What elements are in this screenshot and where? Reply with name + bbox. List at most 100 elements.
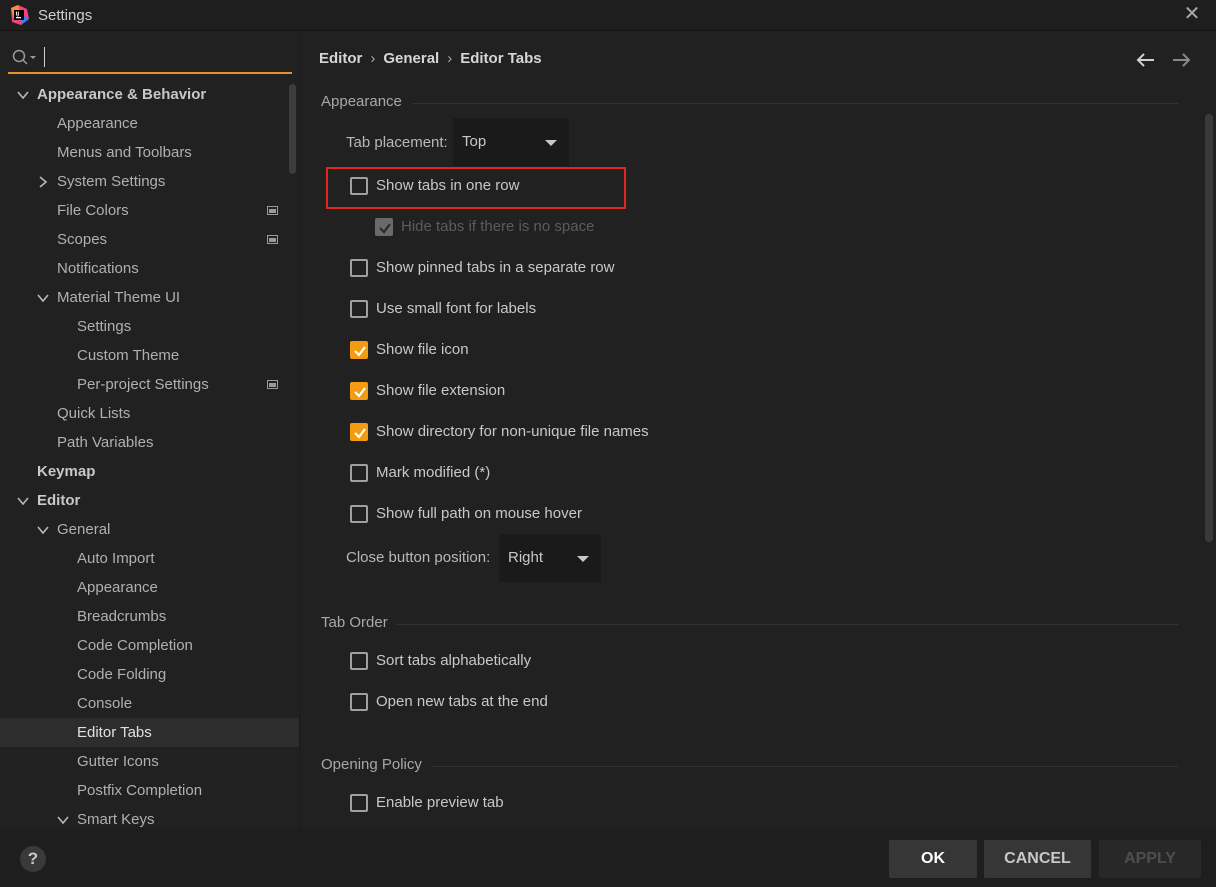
checkbox-unchecked-icon[interactable] xyxy=(350,259,368,277)
sidebar-item[interactable]: System Settings xyxy=(0,167,299,196)
close-window-icon[interactable]: ✕ xyxy=(1182,4,1202,24)
sidebar-item-label: Gutter Icons xyxy=(77,753,159,770)
sidebar-item-label: General xyxy=(57,521,111,538)
sidebar-item[interactable]: Keymap xyxy=(0,457,299,486)
sidebar-item[interactable]: Menus and Toolbars xyxy=(0,138,299,167)
checkbox-label: Show pinned tabs in a separate row xyxy=(376,259,615,276)
close-button-position-select[interactable]: Right xyxy=(499,534,601,582)
checkbox-label: Use small font for labels xyxy=(376,300,537,317)
checkbox-label: Show file icon xyxy=(376,341,469,358)
sidebar-item-label: Code Completion xyxy=(77,637,193,654)
sidebar-item-label: Editor Tabs xyxy=(77,724,152,741)
sidebar-item[interactable]: Appearance & Behavior xyxy=(0,80,299,109)
sidebar-item[interactable]: Gutter Icons xyxy=(0,747,299,776)
sidebar-scrollbar[interactable] xyxy=(289,84,296,174)
project-level-icon xyxy=(267,206,278,215)
settings-search[interactable] xyxy=(8,42,292,74)
chevron-down-icon[interactable] xyxy=(37,292,49,304)
sidebar-item[interactable]: Per-project Settings xyxy=(0,370,299,399)
sidebar-item[interactable]: Smart Keys xyxy=(0,805,299,828)
chevron-down-icon[interactable] xyxy=(37,524,49,536)
sidebar-item-label: Notifications xyxy=(57,260,139,277)
breadcrumb-editor[interactable]: Editor xyxy=(319,50,362,67)
checkbox-unchecked-icon[interactable] xyxy=(350,300,368,318)
section-divider xyxy=(432,766,1178,767)
chevron-down-icon xyxy=(545,140,557,146)
tab-placement-label: Tab placement: xyxy=(346,134,448,151)
checkbox-unchecked-icon[interactable] xyxy=(350,794,368,812)
sidebar-item[interactable]: Console xyxy=(0,689,299,718)
sidebar-item-label: Keymap xyxy=(37,463,96,480)
sidebar-item-label: Custom Theme xyxy=(77,347,180,364)
checkbox-label: Show full path on mouse hover xyxy=(376,505,582,522)
sidebar-item[interactable]: Scopes xyxy=(0,225,299,254)
checkbox-label: Enable preview tab xyxy=(376,794,504,811)
sidebar-item[interactable]: Settings xyxy=(0,312,299,341)
chevron-down-icon xyxy=(577,556,589,562)
sidebar-item-label: Per-project Settings xyxy=(77,376,209,393)
sidebar-item-label: System Settings xyxy=(57,173,166,190)
sidebar-item-label: Console xyxy=(77,695,133,712)
checkbox-label: Open new tabs at the end xyxy=(376,693,548,710)
sidebar-item[interactable]: Quick Lists xyxy=(0,399,299,428)
sidebar-item-label: Path Variables xyxy=(57,434,154,451)
breadcrumb-general[interactable]: General xyxy=(383,50,439,67)
section-opening-policy-title: Opening Policy xyxy=(321,756,422,773)
checkbox-label: Show directory for non-unique file names xyxy=(376,423,649,440)
search-input-caret[interactable] xyxy=(44,47,45,67)
apply-button[interactable]: APPLY xyxy=(1099,840,1201,878)
tab-placement-select[interactable]: Top xyxy=(453,118,569,166)
checkbox-unchecked-icon[interactable] xyxy=(350,177,368,195)
sidebar-item-label: Postfix Completion xyxy=(77,782,203,799)
section-appearance-title: Appearance xyxy=(321,93,402,110)
sidebar-item[interactable]: Custom Theme xyxy=(0,341,299,370)
checkbox-checked-icon[interactable] xyxy=(350,382,368,400)
title-bar: IJ Settings ✕ xyxy=(0,0,1216,31)
sidebar-item[interactable]: Notifications xyxy=(0,254,299,283)
sidebar-item[interactable]: Breadcrumbs xyxy=(0,602,299,631)
back-arrow-icon[interactable] xyxy=(1135,49,1157,71)
sidebar-item[interactable]: Editor Tabs xyxy=(0,718,299,747)
sidebar-item[interactable]: File Colors xyxy=(0,196,299,225)
sidebar-item[interactable]: Path Variables xyxy=(0,428,299,457)
breadcrumb: Editor › General › Editor Tabs xyxy=(319,50,542,67)
sidebar-item-label: Scopes xyxy=(57,231,108,248)
sidebar-item[interactable]: Appearance xyxy=(0,109,299,138)
breadcrumb-separator: › xyxy=(370,50,376,67)
sidebar-item-label: Appearance xyxy=(77,579,158,596)
checkbox-unchecked-icon[interactable] xyxy=(350,693,368,711)
search-icon[interactable] xyxy=(12,49,38,67)
sidebar-item[interactable]: Auto Import xyxy=(0,544,299,573)
section-tab-order-title: Tab Order xyxy=(321,614,388,631)
breadcrumb-editor-tabs: Editor Tabs xyxy=(460,50,542,67)
close-button-position-label: Close button position: xyxy=(346,549,491,566)
ok-button[interactable]: OK xyxy=(889,840,977,878)
dialog-footer: ? OK CANCEL APPLY xyxy=(0,828,1216,887)
sidebar-item[interactable]: Postfix Completion xyxy=(0,776,299,805)
checkbox-unchecked-icon[interactable] xyxy=(350,505,368,523)
cancel-button[interactable]: CANCEL xyxy=(984,840,1091,878)
section-divider xyxy=(412,103,1178,104)
checkbox-unchecked-icon[interactable] xyxy=(350,652,368,670)
sidebar-item[interactable]: Editor xyxy=(0,486,299,515)
forward-arrow-icon[interactable] xyxy=(1170,49,1192,71)
chevron-down-icon[interactable] xyxy=(17,495,29,507)
checkbox-unchecked-icon[interactable] xyxy=(350,464,368,482)
sidebar-item[interactable]: Code Folding xyxy=(0,660,299,689)
content-scrollbar[interactable] xyxy=(1205,114,1213,542)
chevron-right-icon[interactable] xyxy=(37,176,49,188)
sidebar-item[interactable]: General xyxy=(0,515,299,544)
window-title: Settings xyxy=(38,7,93,24)
help-button[interactable]: ? xyxy=(20,846,46,872)
sidebar-item[interactable]: Appearance xyxy=(0,573,299,602)
sidebar-item[interactable]: Code Completion xyxy=(0,631,299,660)
checkbox-checked-icon[interactable] xyxy=(350,341,368,359)
sidebar-item-label: Appearance xyxy=(57,115,138,132)
sidebar-item-label: Breadcrumbs xyxy=(77,608,167,625)
sidebar-item-label: Settings xyxy=(77,318,132,335)
checkbox-label: Mark modified (*) xyxy=(376,464,491,481)
chevron-down-icon[interactable] xyxy=(57,814,69,826)
chevron-down-icon[interactable] xyxy=(17,89,29,101)
sidebar-item[interactable]: Material Theme UI xyxy=(0,283,299,312)
checkbox-checked-icon[interactable] xyxy=(350,423,368,441)
